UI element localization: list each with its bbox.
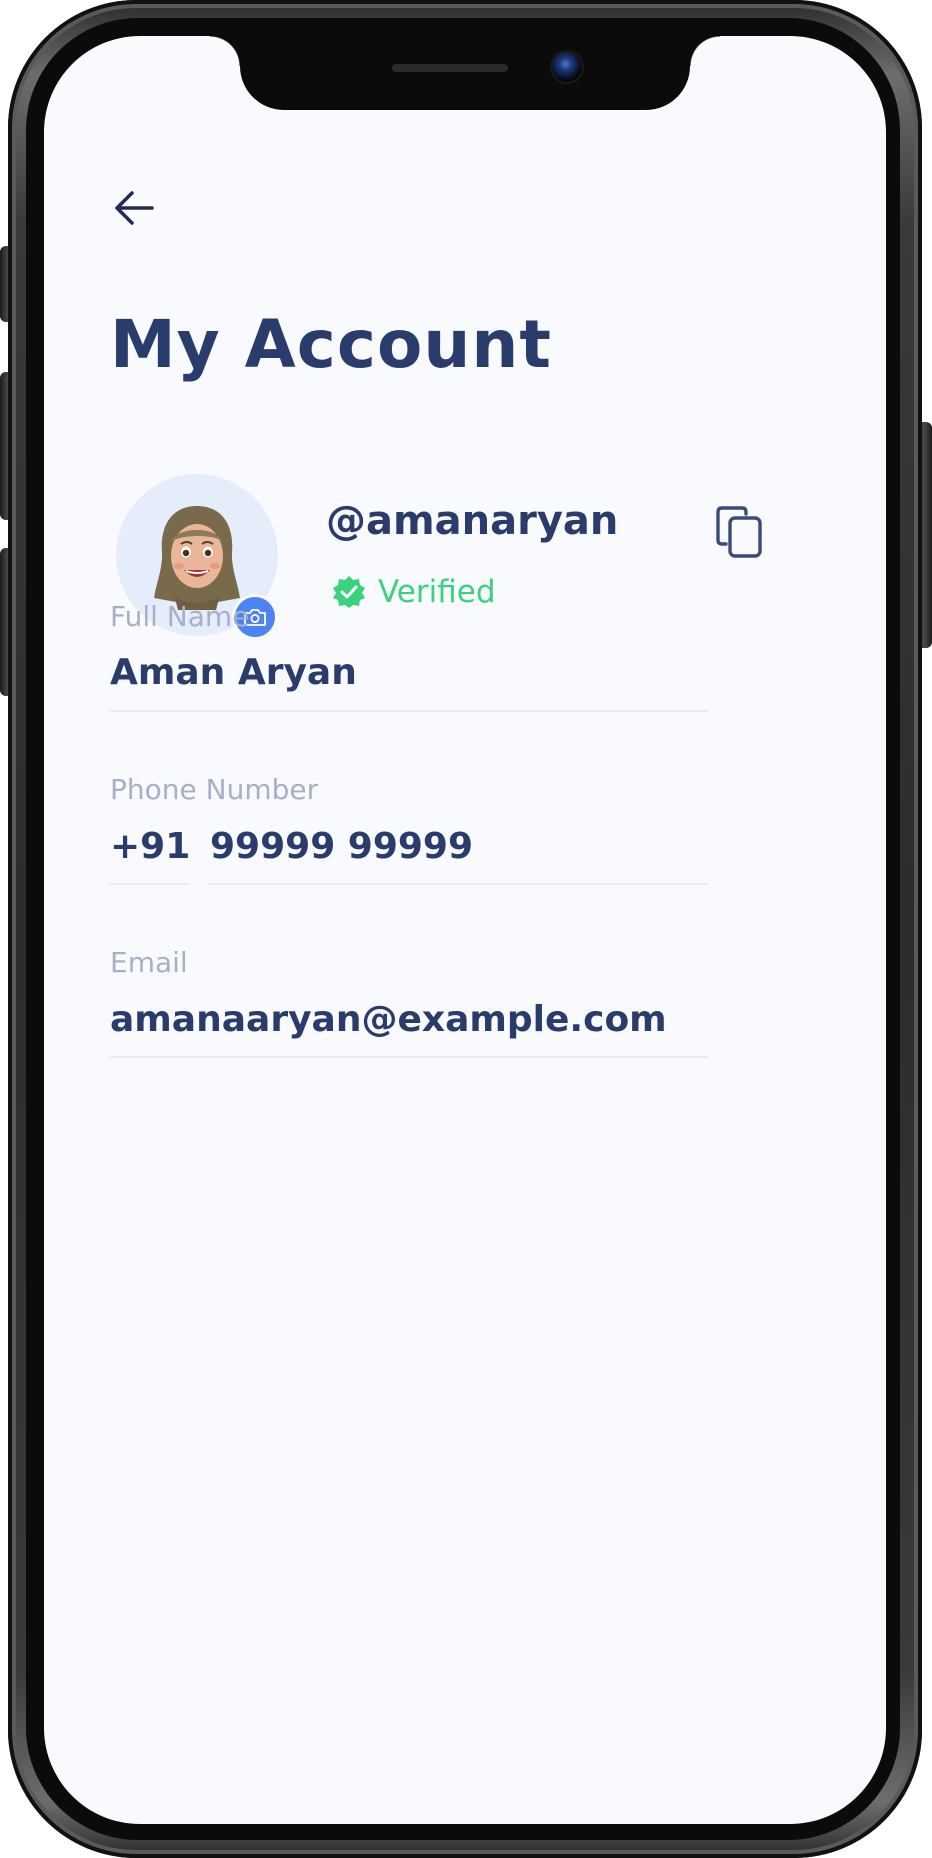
copy-icon xyxy=(716,506,762,558)
arrow-left-icon xyxy=(115,191,154,225)
copy-username-button[interactable] xyxy=(714,504,766,560)
app-screen: My Account @amanaryan Verified Full Name… xyxy=(44,36,886,1824)
verified-status: Verified xyxy=(332,574,496,610)
email-label: Email xyxy=(110,946,188,979)
username: @amanaryan xyxy=(326,498,619,544)
earpiece-speaker xyxy=(392,64,508,72)
verified-label: Verified xyxy=(378,574,496,610)
email-underline xyxy=(110,1056,708,1058)
phone-number-field[interactable]: 99999 99999 xyxy=(210,826,473,867)
verified-badge-icon xyxy=(333,576,365,608)
phone-number-label: Phone Number xyxy=(110,773,319,806)
page-title: My Account xyxy=(110,306,552,383)
country-code-underline xyxy=(110,883,190,885)
full-name-field[interactable]: Aman Aryan xyxy=(110,652,357,693)
country-code-field[interactable]: +91 xyxy=(110,826,190,867)
email-field[interactable]: amanaaryan@example.com xyxy=(110,999,667,1040)
avatar-image xyxy=(154,506,240,610)
phone-notch xyxy=(210,36,720,110)
full-name-label: Full Name xyxy=(110,600,250,633)
front-camera xyxy=(552,52,582,82)
phone-number-underline xyxy=(208,883,708,885)
full-name-underline xyxy=(110,710,708,712)
back-button[interactable] xyxy=(110,184,158,232)
